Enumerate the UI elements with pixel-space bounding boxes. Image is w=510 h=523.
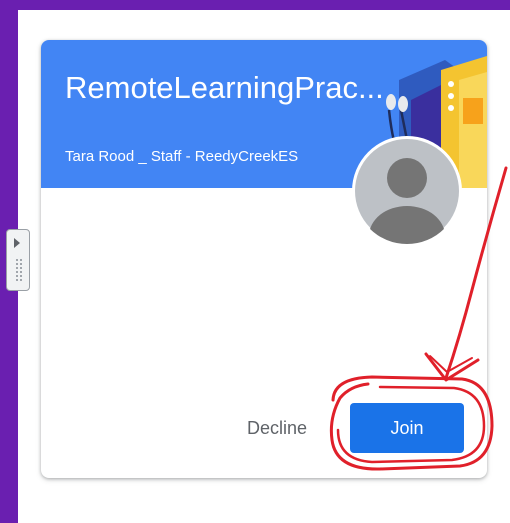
teacher-name: Tara Rood _ Staff - ReedyCreekES	[65, 148, 299, 165]
class-invite-card: RemoteLearningPrac... Tara Rood _ Staff …	[41, 40, 487, 478]
decline-button[interactable]: Decline	[227, 403, 327, 453]
side-panel-toggle[interactable]	[6, 229, 30, 291]
drag-handle-icon	[15, 258, 23, 282]
join-button[interactable]: Join	[350, 403, 464, 453]
chevron-right-icon	[14, 238, 20, 248]
class-title[interactable]: RemoteLearningPrac...	[65, 70, 395, 106]
more-vert-icon[interactable]	[446, 78, 456, 114]
default-avatar-icon	[352, 136, 462, 246]
